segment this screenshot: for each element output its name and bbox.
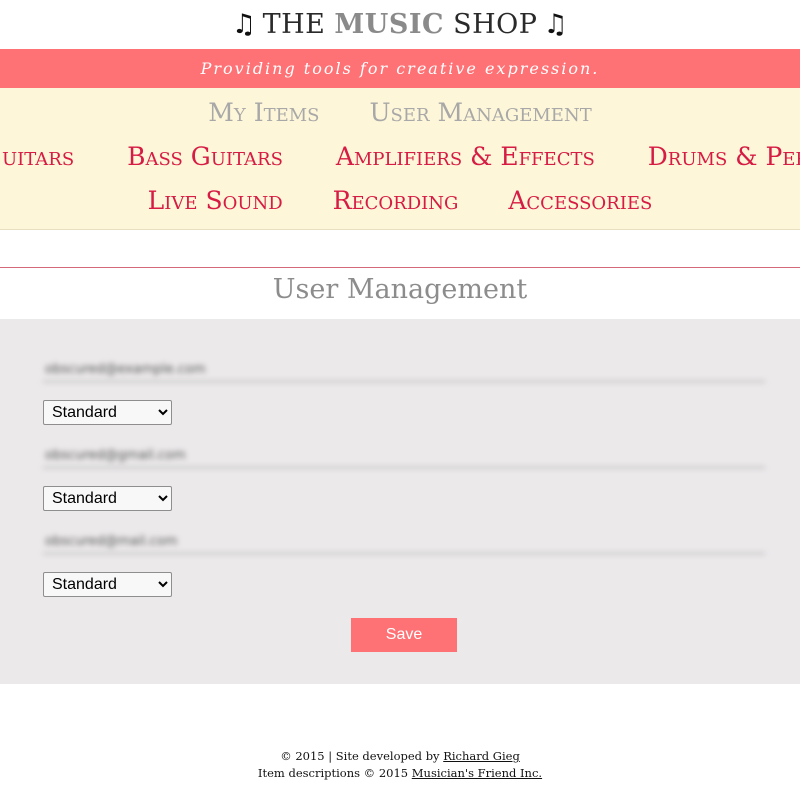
user-entry: obscured@gmail.com Standard <box>43 445 765 511</box>
role-select[interactable]: Standard <box>43 572 172 597</box>
nav-amplifiers-effects[interactable]: Amplifiers & Effects <box>336 142 595 171</box>
user-email: obscured@mail.com <box>43 531 765 554</box>
site-title-shop: SHOP <box>453 9 538 40</box>
nav-row-account: My Items User Management <box>0 98 800 127</box>
site-title-music: MUSIC <box>334 9 444 40</box>
source-link[interactable]: Musician's Friend Inc. <box>412 766 542 780</box>
site-footer: © 2015 | Site developed by Richard Gieg … <box>0 748 800 782</box>
nav-accessories[interactable]: Accessories <box>508 186 652 215</box>
nav-live-sound[interactable]: Live Sound <box>148 186 283 215</box>
user-entry: obscured@mail.com Standard <box>43 531 765 597</box>
save-button[interactable]: Save <box>351 618 457 652</box>
nav-bass-guitars[interactable]: Bass Guitars <box>127 142 283 171</box>
music-note-icon: ♫ <box>231 9 257 40</box>
nav-row-categories: Guitars Bass Guitars Amplifiers & Effect… <box>0 142 800 171</box>
page-title: User Management <box>272 274 528 305</box>
music-note-icon: ♫ <box>543 9 569 40</box>
tagline: Providing tools for creative expression. <box>200 59 600 78</box>
nav-my-items[interactable]: My Items <box>208 98 319 127</box>
footer-credits: © 2015 | Site developed by Richard Gieg <box>0 748 800 765</box>
developer-link[interactable]: Richard Gieg <box>443 749 520 763</box>
footer-copyright: © 2015 | Site developed by <box>280 749 444 763</box>
nav-user-management[interactable]: User Management <box>369 98 591 127</box>
role-select[interactable]: Standard <box>43 486 172 511</box>
user-email: obscured@gmail.com <box>43 445 765 468</box>
tagline-bar: Providing tools for creative expression. <box>0 49 800 88</box>
site-title-the: THE <box>262 9 326 40</box>
nav-drums-percussion[interactable]: Drums & Percussion <box>648 142 800 171</box>
main-navigation: My Items User Management Guitars Bass Gu… <box>0 88 800 230</box>
user-management-panel: obscured@example.com Standard obscured@g… <box>0 319 800 684</box>
footer-descriptions: Item descriptions © 2015 <box>257 766 412 780</box>
user-email: obscured@example.com <box>43 359 765 382</box>
nav-recording[interactable]: Recording <box>333 186 459 215</box>
site-header: ♫ THE MUSIC SHOP ♫ <box>0 0 800 49</box>
nav-guitars[interactable]: Guitars <box>0 142 74 171</box>
footer-attribution: Item descriptions © 2015 Musician's Frie… <box>0 765 800 782</box>
user-entry: obscured@example.com Standard <box>43 359 765 425</box>
nav-row-categories-2: Live Sound Recording Accessories <box>0 186 800 215</box>
section-divider <box>0 267 800 268</box>
role-select[interactable]: Standard <box>43 400 172 425</box>
